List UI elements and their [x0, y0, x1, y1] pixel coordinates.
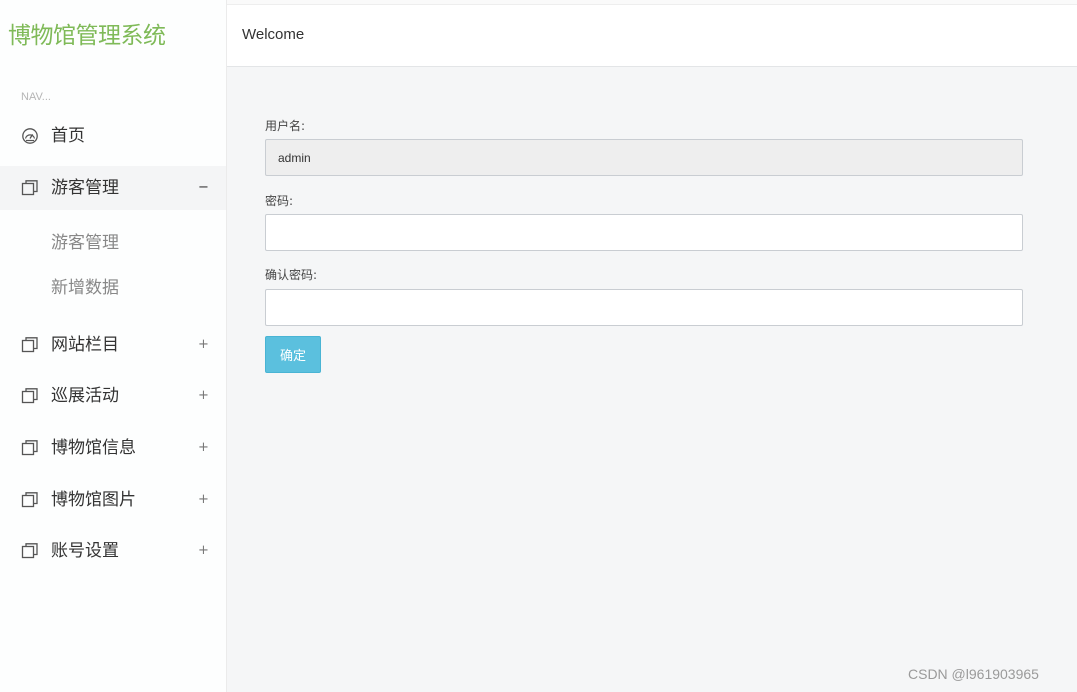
sidebar-item-label: 博物馆图片 [51, 490, 136, 510]
window-icon [21, 388, 38, 404]
confirm-password-input[interactable] [265, 289, 1023, 326]
confirm-password-label: 确认密码: [265, 268, 318, 282]
submenu-item-label: 新增数据 [51, 278, 119, 298]
sidebar-item-visitor-management[interactable]: 游客管理 − [0, 166, 226, 210]
window-icon [21, 337, 38, 353]
collapse-icon[interactable]: − [198, 166, 209, 210]
window-icon [21, 440, 38, 456]
submenu-item-add-data[interactable]: 新增数据 [0, 267, 226, 309]
nav-caption: NAV... [21, 91, 51, 103]
expand-icon[interactable]: + [198, 374, 209, 418]
password-input[interactable] [265, 214, 1023, 251]
sidebar-item-label: 首页 [51, 126, 85, 146]
sidebar-item-label: 巡展活动 [51, 386, 119, 406]
welcome-text: Welcome [242, 26, 305, 43]
sidebar-item-home[interactable]: 首页 [0, 114, 226, 158]
sidebar-item-label: 网站栏目 [51, 335, 119, 355]
watermark: CSDN @l961903965 [908, 666, 1039, 682]
sidebar-item-museum-images[interactable]: 博物馆图片 + [0, 478, 226, 522]
sidebar-item-site-columns[interactable]: 网站栏目 + [0, 323, 226, 367]
sidebar-item-label: 账号设置 [51, 541, 119, 561]
username-input[interactable] [265, 139, 1023, 176]
username-label: 用户名: [265, 119, 306, 133]
expand-icon[interactable]: + [198, 323, 209, 367]
window-icon [21, 543, 38, 559]
sidebar-item-label: 游客管理 [51, 178, 119, 198]
password-label: 密码: [265, 194, 294, 208]
submenu-item-label: 游客管理 [51, 233, 119, 253]
sidebar-item-account-settings[interactable]: 账号设置 + [0, 529, 226, 573]
top-header: Welcome [227, 5, 1077, 67]
expand-icon[interactable]: + [198, 478, 209, 522]
expand-icon[interactable]: + [198, 426, 209, 470]
confirm-button[interactable]: 确定 [265, 336, 321, 373]
sidebar-item-touring-exhibitions[interactable]: 巡展活动 + [0, 374, 226, 418]
dashboard-icon [22, 128, 38, 144]
expand-icon[interactable]: + [198, 529, 209, 573]
window-icon [21, 180, 38, 196]
window-icon [21, 492, 38, 508]
submenu-item-visitor-management[interactable]: 游客管理 [0, 222, 226, 264]
sidebar-item-label: 博物馆信息 [51, 438, 136, 458]
sidebar-item-museum-info[interactable]: 博物馆信息 + [0, 426, 226, 470]
app-brand: 博物馆管理系统 [8, 23, 166, 49]
sidebar: 博物馆管理系统 NAV... 首页 游客管理 − 游客管理 新增数据 网站栏目 … [0, 0, 227, 692]
